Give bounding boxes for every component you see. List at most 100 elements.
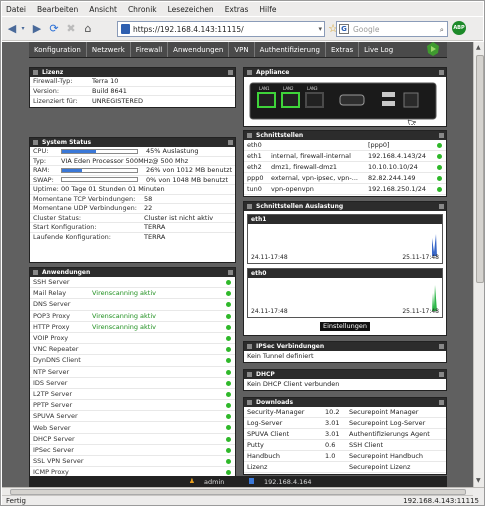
message-text: Kein Tunnel definiert bbox=[247, 351, 314, 360]
horizontal-scrollbar[interactable] bbox=[2, 488, 473, 496]
back-history-dropdown[interactable]: ▾ bbox=[19, 22, 27, 36]
list-item[interactable]: DNS Server bbox=[30, 299, 235, 311]
download-description: Securepoint Log-Server bbox=[349, 419, 426, 427]
graph-start-time: 24.11-17:48 bbox=[251, 254, 288, 261]
nav-firewall[interactable]: Firewall bbox=[131, 42, 169, 57]
panel-icon bbox=[247, 344, 252, 349]
scroll-up-icon[interactable]: ▲ bbox=[476, 44, 481, 51]
scrollbar-thumb[interactable] bbox=[476, 55, 484, 283]
typ-row: Typ: VIA Eden Processor 500MHz@ 500 Mhz bbox=[30, 157, 235, 166]
download-description: Securepoint Lizenz bbox=[349, 463, 411, 471]
collapse-icon[interactable] bbox=[228, 70, 233, 75]
table-row[interactable]: Lizenz Securepoint Lizenz bbox=[244, 462, 446, 473]
dhcp-panel: DHCP Kein DHCP Client verbunden bbox=[243, 369, 447, 391]
page-content: Konfiguration Netzwerk Firewall Anwendun… bbox=[2, 42, 473, 487]
usb-port-icon bbox=[382, 92, 395, 97]
scrollbar-thumb[interactable] bbox=[10, 489, 466, 495]
row-key: Momentane UDP Verbindungen: bbox=[33, 204, 137, 213]
nav-netzwerk[interactable]: Netzwerk bbox=[87, 42, 131, 57]
list-item[interactable]: IDS Server bbox=[30, 378, 235, 389]
nav-anwendungen[interactable]: Anwendungen bbox=[168, 42, 230, 57]
einstellungen-button[interactable]: Einstellungen bbox=[320, 322, 370, 331]
list-item[interactable]: VOIP Proxy bbox=[30, 333, 235, 345]
scroll-down-icon[interactable]: ▼ bbox=[476, 477, 481, 484]
list-item[interactable]: POP3 Proxy Virenscanning aktiv bbox=[30, 311, 235, 322]
list-item[interactable]: PPTP Server bbox=[30, 400, 235, 412]
list-item[interactable]: L2TP Server bbox=[30, 389, 235, 401]
home-button[interactable]: ⌂ bbox=[81, 22, 95, 36]
collapse-icon[interactable] bbox=[439, 372, 444, 377]
vertical-scrollbar[interactable]: ▲ ▼ bbox=[473, 42, 484, 487]
list-item[interactable]: SSH Server bbox=[30, 277, 235, 289]
list-item[interactable]: SSL VPN Server bbox=[30, 456, 235, 468]
interface-zone: vpn-openvpn bbox=[271, 185, 314, 193]
panel-icon bbox=[33, 140, 38, 145]
nav-konfiguration[interactable]: Konfiguration bbox=[29, 42, 87, 57]
row-key: Laufende Konfiguration: bbox=[33, 233, 111, 242]
chevron-down-icon[interactable]: ▾ bbox=[318, 25, 322, 33]
nav-vpn[interactable]: VPN bbox=[229, 42, 255, 57]
swap-bar bbox=[61, 177, 138, 183]
menu-bearbeiten[interactable]: Bearbeiten bbox=[37, 5, 78, 14]
table-row[interactable]: Security-Manager 10.2 Securepoint Manager bbox=[244, 407, 446, 418]
list-item[interactable]: DynDNS Client bbox=[30, 355, 235, 367]
row-value: 22 bbox=[144, 204, 153, 213]
reload-button[interactable]: ⟳ bbox=[47, 22, 61, 36]
nav-live-log[interactable]: Live Log bbox=[359, 42, 398, 57]
cpu-bar bbox=[61, 148, 138, 154]
status-dot-icon bbox=[226, 380, 231, 386]
panel-header: System Status bbox=[30, 138, 235, 147]
row-value: Build 8641 bbox=[92, 86, 127, 95]
menu-extras[interactable]: Extras bbox=[225, 5, 249, 14]
search-icon[interactable]: ⌕ bbox=[440, 25, 444, 35]
nav-extras[interactable]: Extras bbox=[326, 42, 360, 57]
nav-authentifizierung[interactable]: Authentifizierung bbox=[255, 42, 326, 57]
adblock-icon[interactable]: ABP bbox=[452, 21, 466, 35]
cpu-bar-fill bbox=[62, 149, 96, 153]
list-item[interactable]: HTTP Proxy Virenscanning aktiv bbox=[30, 322, 235, 333]
schnittstellen-panel: Schnittstellen eth0 [ppp0] eth1 internal, f… bbox=[243, 130, 447, 197]
menu-chronik[interactable]: Chronik bbox=[128, 5, 157, 14]
address-text: https://192.168.4.143:11115/ bbox=[133, 24, 244, 34]
home-icon: ⌂ bbox=[84, 22, 92, 35]
menu-ansicht[interactable]: Ansicht bbox=[89, 5, 117, 14]
collapse-icon[interactable] bbox=[439, 344, 444, 349]
service-status: Virenscanning aktiv bbox=[92, 322, 157, 331]
google-icon: G bbox=[339, 24, 349, 34]
table-row[interactable]: SPUVA Client 3.01 Authentifizierungs Agent bbox=[244, 429, 446, 440]
lizenz-row: Firewall-Typ: Terra 10 bbox=[30, 77, 235, 87]
list-item[interactable]: Mail Relay Virenscanning aktiv bbox=[30, 288, 235, 300]
interface-ip: [ppp0] bbox=[368, 141, 390, 149]
list-item[interactable]: DHCP Server bbox=[30, 434, 235, 445]
list-item[interactable]: Web Server bbox=[30, 422, 235, 434]
list-item[interactable]: IPSec Server bbox=[30, 445, 235, 456]
menu-lesezeichen[interactable]: Lesezeichen bbox=[168, 5, 214, 14]
list-item[interactable]: NTP Server bbox=[30, 367, 235, 378]
table-row[interactable]: Putty 0.6 SSH Client bbox=[244, 440, 446, 451]
forward-button[interactable]: ▶ bbox=[30, 22, 44, 36]
status-text: Fertig bbox=[6, 497, 26, 505]
collapse-icon[interactable] bbox=[439, 400, 444, 405]
table-row[interactable]: Log-Server 3.01 Securepoint Log-Server bbox=[244, 418, 446, 429]
back-button[interactable]: ◀ bbox=[5, 22, 19, 36]
downloads-panel: Downloads Security-Manager 10.2 Securepoin… bbox=[243, 397, 447, 475]
collapse-icon[interactable] bbox=[439, 204, 444, 209]
interface-zone: external, vpn-ipsec, vpn-... bbox=[271, 174, 358, 182]
search-box[interactable]: G Google ⌕ bbox=[336, 21, 448, 37]
power-port-icon bbox=[403, 92, 419, 108]
list-item[interactable]: SPUVA Server bbox=[30, 411, 235, 423]
collapse-icon[interactable] bbox=[228, 140, 233, 145]
row-key: RAM: bbox=[33, 166, 50, 175]
download-name: Security-Manager bbox=[247, 408, 305, 416]
stop-button[interactable]: ✖ bbox=[64, 22, 78, 36]
list-item[interactable]: VNC Repeater bbox=[30, 344, 235, 356]
collapse-icon[interactable] bbox=[439, 133, 444, 138]
collapse-icon[interactable] bbox=[439, 70, 444, 75]
menu-hilfe[interactable]: Hilfe bbox=[259, 5, 276, 14]
table-row[interactable]: Handbuch 1.0 Securepoint Handbuch bbox=[244, 451, 446, 462]
menu-datei[interactable]: Datei bbox=[6, 5, 26, 14]
download-name: Handbuch bbox=[247, 452, 281, 460]
adblock-label: ABP bbox=[453, 25, 465, 31]
address-bar[interactable]: https://192.168.4.143:11115/ ▾ bbox=[117, 21, 325, 37]
collapse-icon[interactable] bbox=[228, 270, 233, 275]
